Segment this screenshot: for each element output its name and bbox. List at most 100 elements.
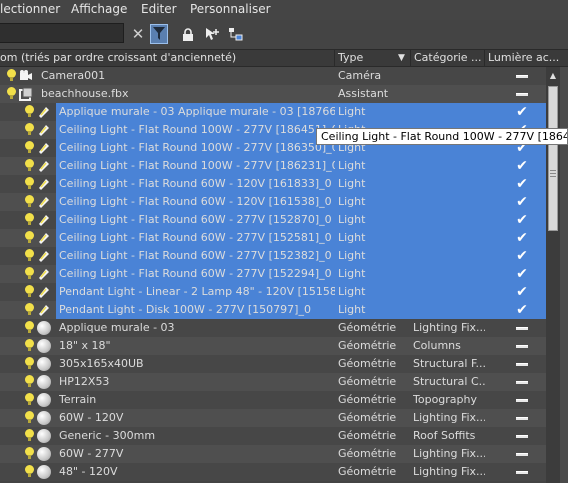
table-row[interactable]: 60W - 120V Géométrie Lighting Fix...	[0, 409, 546, 427]
bulb-icon[interactable]	[7, 87, 16, 99]
menu-customize[interactable]: Personnaliser	[190, 2, 271, 16]
table-row[interactable]: Ceiling Light - Flat Round 60W - 277V [1…	[0, 247, 546, 265]
bulb-icon[interactable]	[25, 411, 34, 423]
light-active-checkbox[interactable]: ✔	[514, 212, 530, 228]
table-row[interactable]: 305x165x40UB Géométrie Structural F...	[0, 355, 546, 373]
bulb-icon[interactable]	[25, 429, 34, 441]
menu-view[interactable]: Affichage	[71, 2, 127, 16]
light-active-indeterminate[interactable]	[516, 345, 528, 348]
row-type: Light	[338, 105, 366, 118]
bulb-icon[interactable]	[25, 159, 34, 171]
bulb-icon[interactable]	[25, 303, 34, 315]
light-active-indeterminate[interactable]	[516, 381, 528, 384]
bulb-icon[interactable]	[25, 231, 34, 243]
light-icon	[37, 303, 51, 317]
light-active-checkbox[interactable]: ✔	[514, 104, 530, 120]
table-row[interactable]: beachhouse.fbx Assistant	[0, 85, 546, 103]
column-name[interactable]: om (triés par ordre croissant d'ancienne…	[0, 50, 335, 66]
light-active-indeterminate[interactable]	[516, 327, 528, 330]
row-type: Light	[338, 249, 366, 262]
light-active-indeterminate[interactable]	[516, 363, 528, 366]
bulb-icon[interactable]	[7, 69, 16, 81]
bulb-icon[interactable]	[25, 123, 34, 135]
table-row[interactable]: Ceiling Light - Flat Round 60W - 120V [1…	[0, 175, 546, 193]
light-active-checkbox[interactable]: ✔	[514, 284, 530, 300]
column-light-active[interactable]: Lumière ac...	[485, 50, 568, 66]
row-category: Lighting Fix...	[413, 447, 485, 460]
table-row[interactable]: 60W - 277V Géométrie Lighting Fix...	[0, 445, 546, 463]
table-row[interactable]: 48" - 120V Géométrie Lighting Fix...	[0, 463, 546, 481]
light-active-checkbox[interactable]: ✔	[514, 302, 530, 318]
bulb-icon[interactable]	[25, 249, 34, 261]
bulb-icon[interactable]	[25, 339, 34, 351]
select-children-icon[interactable]	[227, 24, 245, 44]
bulb-icon[interactable]	[25, 141, 34, 153]
light-active-indeterminate[interactable]	[516, 75, 528, 78]
table-row[interactable]: Ceiling Light - Flat Round 60W - 120V [1…	[0, 193, 546, 211]
sort-descending-icon: ▼	[398, 53, 405, 63]
bulb-icon[interactable]	[25, 213, 34, 225]
menu-select[interactable]: lectionner	[0, 2, 60, 16]
table-row[interactable]: 18" x 18" Géométrie Columns	[0, 337, 546, 355]
table-row[interactable]: Ceiling Light - Flat Round 60W - 277V [1…	[0, 211, 546, 229]
row-category	[413, 211, 485, 229]
bulb-icon[interactable]	[25, 285, 34, 297]
bulb-icon[interactable]	[25, 195, 34, 207]
table-row[interactable]: Ceiling Light - Flat Round 60W - 277V [1…	[0, 229, 546, 247]
column-type-label: Type	[338, 51, 364, 64]
search-input[interactable]	[0, 23, 124, 43]
bulb-icon[interactable]	[25, 375, 34, 387]
light-active-checkbox[interactable]: ✔	[514, 248, 530, 264]
bulb-icon[interactable]	[25, 393, 34, 405]
add-to-selection-icon[interactable]	[203, 24, 221, 44]
table-row[interactable]: Ceiling Light - Flat Round 100W - 277V […	[0, 157, 546, 175]
table-row[interactable]: Camera001 Caméra	[0, 67, 546, 85]
bulb-icon[interactable]	[25, 177, 34, 189]
light-icon	[37, 141, 51, 155]
bulb-icon[interactable]	[25, 357, 34, 369]
table-row[interactable]: Generic - 300mm Géométrie Roof Soffits	[0, 427, 546, 445]
light-active-checkbox[interactable]: ✔	[514, 266, 530, 282]
filter-icon[interactable]	[150, 24, 168, 44]
bulb-icon[interactable]	[25, 105, 34, 117]
geometry-sphere-icon	[37, 429, 51, 443]
row-name: Ceiling Light - Flat Round 60W - 277V [1…	[59, 213, 332, 226]
row-name: Camera001	[41, 69, 106, 82]
table-row[interactable]: Pendant Light - Disk 100W - 277V [150797…	[0, 301, 546, 319]
row-category	[413, 157, 485, 175]
table-row[interactable]: HP12X53 Géométrie Structural C...	[0, 373, 546, 391]
light-active-indeterminate[interactable]	[516, 435, 528, 438]
light-active-checkbox[interactable]: ✔	[514, 158, 530, 174]
bulb-icon[interactable]	[25, 465, 34, 477]
light-active-indeterminate[interactable]	[516, 399, 528, 402]
bulb-icon[interactable]	[25, 447, 34, 459]
row-type: Géométrie	[338, 465, 397, 478]
scroll-thumb[interactable]	[548, 86, 558, 231]
light-active-indeterminate[interactable]	[516, 453, 528, 456]
light-active-checkbox[interactable]: ✔	[514, 230, 530, 246]
table-row[interactable]: Applique murale - 03 Géométrie Lighting Fi…	[0, 319, 546, 337]
table-row[interactable]: Terrain Géométrie Topography	[0, 391, 546, 409]
x-icon[interactable]: ✕	[129, 24, 147, 44]
lock-icon[interactable]	[179, 24, 197, 44]
light-active-checkbox[interactable]: ✔	[514, 194, 530, 210]
table-row[interactable]: Applique murale - 03 Applique murale - 0…	[0, 103, 546, 121]
light-active-indeterminate[interactable]	[516, 471, 528, 474]
light-active-checkbox[interactable]: ✔	[514, 176, 530, 192]
table-row[interactable]: Ceiling Light - Flat Round 60W - 277V [1…	[0, 265, 546, 283]
geometry-sphere-icon	[37, 357, 51, 371]
menu-edit[interactable]: Editer	[141, 2, 177, 16]
bulb-icon[interactable]	[25, 321, 34, 333]
row-type: Light	[338, 195, 366, 208]
light-icon	[37, 249, 51, 263]
column-category[interactable]: Catégorie ...	[411, 50, 485, 66]
row-category	[413, 193, 485, 211]
row-type: Géométrie	[338, 357, 397, 370]
light-active-indeterminate[interactable]	[516, 417, 528, 420]
bulb-icon[interactable]	[25, 267, 34, 279]
table-row[interactable]: Pendant Light - Linear - 2 Lamp 48" - 12…	[0, 283, 546, 301]
column-type[interactable]: Type ▼	[335, 50, 411, 66]
light-active-indeterminate[interactable]	[516, 93, 528, 96]
light-icon	[37, 231, 51, 245]
scroll-up-icon[interactable]: ▲	[546, 69, 560, 83]
